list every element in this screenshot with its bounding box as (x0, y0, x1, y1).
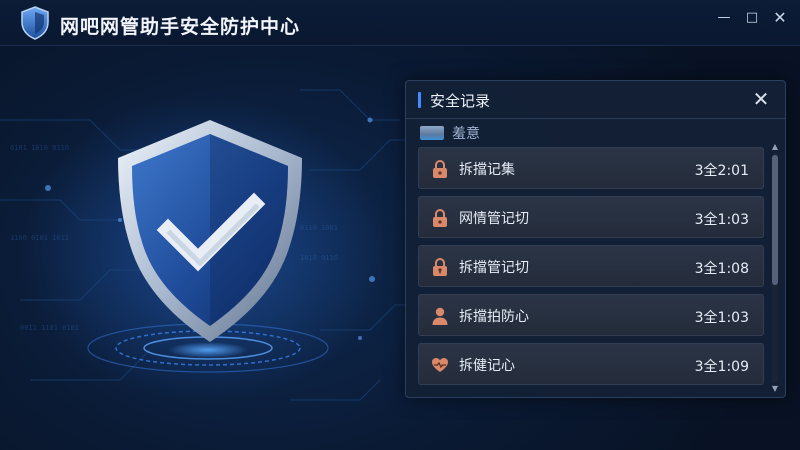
record-label: 拆健记心 (459, 358, 515, 374)
record-label: 拆擋拍防心 (459, 309, 529, 325)
section-label: 羞意 (452, 126, 480, 142)
shield-logo-icon (21, 6, 49, 40)
app-window: 0101 1010 0110 1100 0101 1011 0110 1001 … (0, 0, 800, 450)
header-accent-bar (418, 92, 421, 108)
record-time: 3全1:09 (694, 359, 749, 375)
records-list: 拆擋记集 3全2:01 网情管记切 3全1:03 拆擋管记切 3全1:08 拆擋… (418, 147, 764, 392)
minimize-button[interactable]: — (710, 6, 738, 28)
monitor-icon (420, 126, 444, 140)
maximize-button[interactable]: □ (738, 6, 766, 28)
lock-icon (433, 159, 447, 178)
record-label: 拆擋记集 (459, 162, 515, 178)
user-icon (432, 307, 448, 325)
list-item[interactable]: 拆擋记集 3全2:01 (418, 147, 764, 189)
security-shield-illustration (87, 120, 329, 373)
panel-close-button[interactable]: ✕ (749, 87, 773, 111)
record-time: 3全2:01 (694, 163, 749, 179)
record-label: 拆擋管记切 (459, 260, 529, 276)
app-title: 网吧网管助手安全防护中心 (60, 16, 301, 38)
window-controls: — □ ✕ (710, 6, 794, 28)
panel-title: 安全记录 (430, 92, 491, 110)
record-label: 网情管记切 (459, 211, 529, 227)
list-item[interactable]: 拆擋管记切 3全1:08 (418, 245, 764, 287)
section-header: 羞意 (420, 123, 480, 143)
record-time: 3全1:03 (694, 212, 749, 228)
record-time: 3全1:03 (694, 310, 749, 326)
scroll-up-arrow-icon[interactable]: ▲ (771, 143, 779, 151)
close-button[interactable]: ✕ (766, 6, 794, 28)
scroll-thumb[interactable] (772, 155, 778, 285)
lock-icon (433, 208, 447, 227)
lock-icon (433, 257, 447, 276)
list-item[interactable]: 网情管记切 3全1:03 (418, 196, 764, 238)
title-bar: 网吧网管助手安全防护中心 — □ ✕ (0, 0, 800, 46)
security-records-panel: 安全记录 ✕ 羞意 拆擋记集 3全2:01 网情管记切 3全1:03 拆擋管记切… (405, 80, 786, 398)
record-time: 3全1:08 (694, 261, 749, 277)
list-item[interactable]: 拆健记心 3全1:09 (418, 343, 764, 385)
panel-header: 安全记录 ✕ (406, 81, 785, 119)
list-item[interactable]: 拆擋拍防心 3全1:03 (418, 294, 764, 336)
scroll-down-arrow-icon[interactable]: ▼ (771, 385, 779, 393)
scrollbar[interactable]: ▲ ▼ (771, 143, 779, 393)
heart-icon (432, 358, 448, 372)
